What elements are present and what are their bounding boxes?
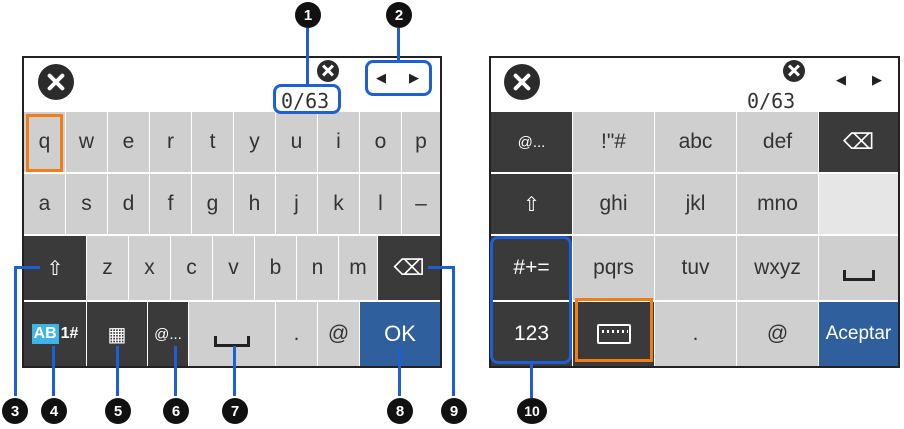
cursor-highlight — [26, 114, 63, 172]
callout-line-2 — [397, 28, 400, 60]
callout-line-4 — [52, 346, 55, 396]
shift-icon: ⇧ — [46, 257, 64, 280]
mode-keys-highlight — [490, 236, 572, 364]
callout-7: 7 — [222, 398, 248, 424]
callout-line-8 — [398, 346, 401, 396]
key-dash[interactable]: – — [402, 174, 440, 234]
key-p[interactable]: p — [402, 112, 440, 172]
callout-line-7 — [233, 346, 236, 396]
callout-2: 2 — [386, 2, 412, 28]
backspace-icon: ⌫ — [393, 255, 425, 280]
callout-10: 10 — [517, 398, 547, 424]
callout-4: 4 — [41, 398, 67, 424]
email-domain-key[interactable]: @... — [491, 112, 572, 172]
cursor-right-icon[interactable]: ▶ — [872, 72, 882, 88]
callout-9: 9 — [441, 398, 467, 424]
clear-input-icon[interactable] — [317, 60, 339, 82]
space-key[interactable] — [819, 236, 898, 300]
keypad-icon: ▦ — [107, 323, 127, 346]
callout-line-6 — [174, 346, 177, 396]
key-c[interactable]: c — [171, 236, 212, 300]
key-l[interactable]: l — [360, 174, 401, 234]
key-ghi[interactable]: ghi — [573, 174, 654, 234]
key-mno[interactable]: mno — [737, 174, 818, 234]
key-k[interactable]: k — [318, 174, 359, 234]
space-key[interactable] — [189, 302, 275, 366]
key-wxyz[interactable]: wxyz — [737, 236, 818, 300]
key-symbols-1[interactable]: !"# — [573, 112, 654, 172]
mode-ab-label: AB — [31, 324, 59, 344]
arrows-highlight — [365, 60, 432, 96]
key-n[interactable]: n — [297, 236, 338, 300]
key-y[interactable]: y — [234, 112, 275, 172]
backspace-key[interactable]: ⌫ — [819, 112, 898, 172]
accept-button[interactable]: Aceptar — [819, 302, 898, 366]
callout-3: 3 — [2, 398, 28, 424]
char-counter: 0/63 — [747, 89, 796, 113]
callout-line-5 — [116, 346, 119, 396]
key-pqrs[interactable]: pqrs — [573, 236, 654, 300]
close-icon[interactable] — [38, 64, 74, 100]
key-m[interactable]: m — [339, 236, 377, 300]
callout-line-3-h — [14, 266, 40, 269]
key-v[interactable]: v — [213, 236, 254, 300]
key-j[interactable]: j — [276, 174, 317, 234]
empty-key — [819, 174, 898, 234]
key-tuv[interactable]: tuv — [655, 236, 736, 300]
shift-key[interactable]: ⇧ — [491, 174, 572, 234]
mode-alt-label: 1# — [60, 325, 79, 342]
key-jkl[interactable]: jkl — [655, 174, 736, 234]
key-abc[interactable]: abc — [655, 112, 736, 172]
key-o[interactable]: o — [360, 112, 401, 172]
email-domain-key[interactable]: @... — [148, 302, 188, 366]
callout-line-1 — [306, 28, 309, 84]
key-e[interactable]: e — [108, 112, 149, 172]
key-a[interactable]: a — [24, 174, 65, 234]
shift-icon: ⇧ — [523, 193, 540, 216]
key-w[interactable]: w — [66, 112, 107, 172]
callout-5: 5 — [105, 398, 131, 424]
input-mode-key[interactable]: AB 1# — [24, 302, 86, 366]
at-key[interactable]: @ — [737, 302, 818, 366]
key-h[interactable]: h — [234, 174, 275, 234]
at-key[interactable]: @ — [318, 302, 359, 366]
callout-line-10 — [530, 362, 533, 398]
keyboard-switch-highlight — [575, 298, 653, 362]
counter-highlight — [273, 84, 341, 114]
dot-key[interactable]: . — [276, 302, 317, 366]
key-def[interactable]: def — [737, 112, 818, 172]
dot-key[interactable]: . — [655, 302, 736, 366]
key-x[interactable]: x — [129, 236, 170, 300]
callout-8: 8 — [387, 398, 413, 424]
key-r[interactable]: r — [150, 112, 191, 172]
cursor-left-icon[interactable]: ◀ — [836, 72, 846, 88]
callout-1: 1 — [295, 2, 321, 28]
key-b[interactable]: b — [255, 236, 296, 300]
clear-input-icon[interactable] — [783, 60, 805, 82]
callout-line-9 — [452, 266, 455, 396]
key-u[interactable]: u — [276, 112, 317, 172]
callout-line-3 — [14, 266, 17, 396]
key-s[interactable]: s — [66, 174, 107, 234]
key-d[interactable]: d — [108, 174, 149, 234]
key-z[interactable]: z — [87, 236, 128, 300]
space-icon — [214, 335, 250, 347]
key-t[interactable]: t — [192, 112, 233, 172]
key-f[interactable]: f — [150, 174, 191, 234]
callout-line-9-h — [428, 266, 454, 269]
backspace-icon: ⌫ — [842, 129, 875, 154]
callout-6: 6 — [163, 398, 189, 424]
space-icon — [842, 269, 875, 281]
key-g[interactable]: g — [192, 174, 233, 234]
key-i[interactable]: i — [318, 112, 359, 172]
close-icon[interactable] — [504, 64, 540, 100]
